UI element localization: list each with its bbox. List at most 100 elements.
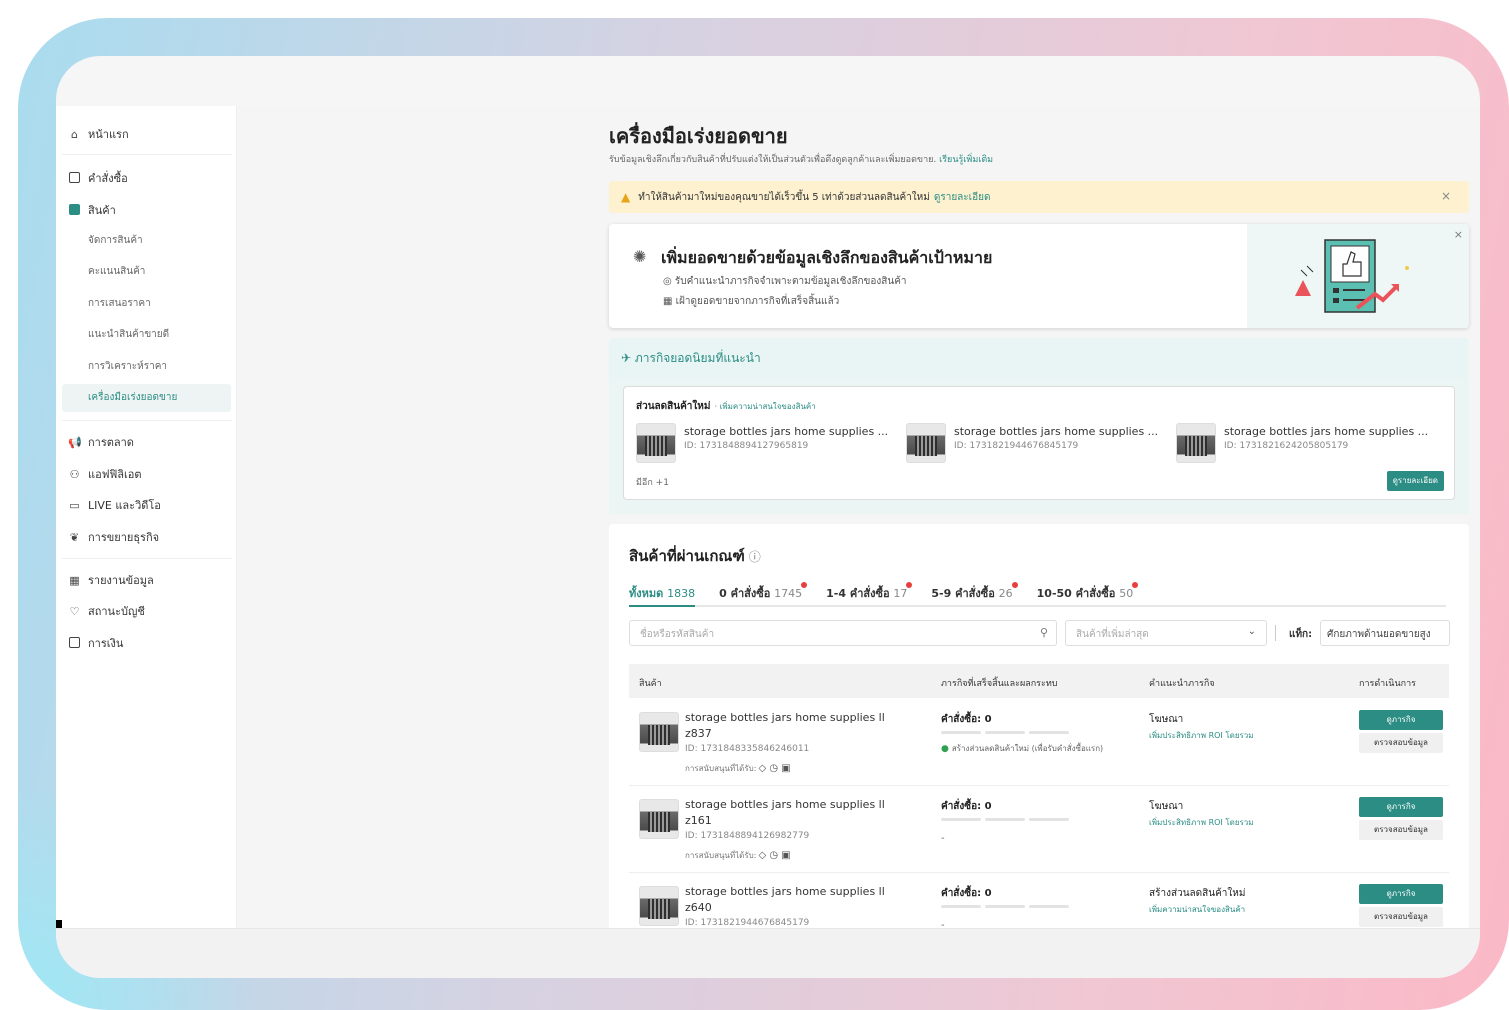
help-icon[interactable]: ⓘ [749,550,761,564]
mission-subtitle: · เพิ่มความน่าสนใจของสินค้า [714,402,816,411]
close-icon[interactable]: × [1454,228,1463,241]
support-received: การสนับสนุนที่ได้รับ: ◇ ◷ ▣ [685,762,791,775]
tab-underline [629,605,1446,607]
sidebar-divider [62,420,232,421]
cursor-mark [56,920,62,928]
sidebar-subitem-product-rating[interactable]: คะแนนสินค้า [88,263,145,281]
product-thumbnail [639,799,679,839]
tag-select[interactable]: ศักยภาพด้านยอดขายสูง [1320,620,1450,646]
app-window: ⌂ หน้าแรก คำสั่งซื้อ สินค้า จัดการสินค้า… [56,56,1480,978]
check-data-button[interactable]: ตรวจสอบข้อมูล [1359,907,1443,927]
tab-count: 50 [1119,587,1134,600]
notification-dot [801,582,808,588]
sidebar-item-label: สถานะบัญชี [88,605,145,618]
check-circle-icon: ● [941,744,949,754]
mission-status: ● สร้างส่วนลดสินค้าใหม่ (เพื่อรับคำสั่งซื… [941,742,1117,756]
recommendation-subtitle: เพิ่มประสิทธิภาพ ROI โดยรวม [1149,818,1254,827]
sidebar-item-label: LIVE และวิดีโอ [88,499,161,512]
sidebar-item-data-report[interactable]: ▦ รายงานข้อมูล [68,570,154,590]
sidebar-item-label: แอฟฟิลิเอต [88,468,142,481]
sidebar-item-marketing[interactable]: 📢 การตลาด [68,432,134,452]
alert-details-link[interactable]: ดูรายละเอียด [934,190,991,205]
product-thumbnail [1176,423,1216,463]
sidebar-subitem-price-offer[interactable]: การเสนอราคา [88,295,151,313]
column-header: สินค้า [639,679,662,689]
missions-heading: ภารกิจยอดนิยมที่แนะนำ [634,351,761,365]
sidebar: ⌂ หน้าแรก คำสั่งซื้อ สินค้า จัดการสินค้า… [56,106,237,928]
megaphone-icon: 📢 [68,435,82,449]
product-name[interactable]: storage bottles jars home supplies ll z8… [685,710,895,742]
shield-icon: ♡ [69,604,80,618]
sidebar-subitem-manage-products[interactable]: จัดการสินค้า [88,232,143,250]
more-products-count: มีอีก +1 [636,478,669,488]
mission-product[interactable]: storage bottles jars home supplies ... I… [906,423,1166,463]
warning-icon: ▲ [621,190,631,204]
tab-label: 10-50 คำสั่งซื้อ [1036,587,1116,600]
home-icon: ⌂ [71,127,78,141]
product-name: storage bottles jars home supplies ... [1224,425,1429,438]
search-placeholder: ชื่อหรือรหัสสินค้า [640,629,715,640]
description-text: รับข้อมูลเชิงลึกเกี่ยวกับสินค้าที่ปรับแต… [609,155,937,165]
notification-dot [906,582,913,588]
mission-title: ส่วนลดสินค้าใหม่ · เพิ่มความน่าสนใจของสิน… [636,399,816,414]
search-input[interactable]: ชื่อหรือรหัสสินค้า ⚲ [629,620,1057,646]
check-data-button[interactable]: ตรวจสอบข้อมูล [1359,733,1443,753]
product-name[interactable]: storage bottles jars home supplies ll z6… [685,884,895,916]
product-id: ID: 1731821944676845179 [954,441,1079,451]
check-data-button[interactable]: ตรวจสอบข้อมูล [1359,820,1443,840]
support-icons: ◇ ◷ ▣ [758,850,791,861]
mission-details-button[interactable]: ดูรายละเอียด [1386,471,1444,491]
tab-0-orders[interactable]: 0 คำสั่งซื้อ 1745 [719,582,808,612]
page-description: รับข้อมูลเชิงลึกเกี่ยวกับสินค้าที่ปรับแต… [609,152,993,166]
sidebar-subitem-sales-booster[interactable]: เครื่องมือเร่งยอดขาย [88,389,177,407]
promo-line: ▦ เฝ้าดูยอดขายจากภารกิจที่เสร็จสิ้นแล้ว [663,294,839,309]
support-label: การสนับสนุนที่ได้รับ: [685,851,757,860]
mission-card: ส่วนลดสินค้าใหม่ · เพิ่มความน่าสนใจของสิน… [623,386,1455,500]
status-text: สร้างส่วนลดสินค้าใหม่ (เพื่อรับคำสั่งซื้… [951,744,1104,753]
close-icon[interactable]: × [1441,189,1451,203]
notification-dot [1011,582,1018,588]
view-mission-button[interactable]: ดูภารกิจ [1359,710,1443,730]
section-title-text: สินค้าที่ผ่านเกณฑ์ [629,547,745,565]
sidebar-item-business-growth[interactable]: ❦ การขยายธุรกิจ [68,527,159,547]
sidebar-item-label: รายงานข้อมูล [88,574,154,587]
learn-more-link[interactable]: เรียนรู้เพิ่มเติม [939,155,993,165]
sidebar-item-orders[interactable]: คำสั่งซื้อ [68,168,128,188]
table-row: storage bottles jars home supplies ll z1… [629,787,1449,873]
video-icon: ▭ [69,498,80,512]
view-mission-button[interactable]: ดูภารกิจ [1359,797,1443,817]
promo-line-text: รับคำแนะนำภารกิจจำเพาะตามข้อมูลเชิงลึกขอ… [674,276,907,287]
lightbulb-icon: ✺ [633,247,647,266]
sidebar-subitem-price-analysis[interactable]: การวิเคราะห์ราคา [88,358,167,376]
sidebar-item-home[interactable]: ⌂ หน้าแรก [68,124,129,144]
order-count: คำสั่งซื้อ: 0 [941,888,992,899]
sidebar-item-affiliate[interactable]: ⚇ แอฟฟิลิเอต [68,464,142,484]
notification-dot [1132,582,1139,588]
sidebar-item-account-status[interactable]: ♡ สถานะบัญชี [68,601,145,621]
tab-1-4-orders[interactable]: 1-4 คำสั่งซื้อ 17 [826,582,913,612]
view-mission-button[interactable]: ดูภารกิจ [1359,884,1443,904]
search-icon[interactable]: ⚲ [1040,626,1048,639]
chevron-down-icon: ⌄ [1247,626,1256,637]
tab-all[interactable]: ทั้งหมด 1838 [629,584,695,612]
order-tabs: ทั้งหมด 1838 0 คำสั่งซื้อ 1745 1-4 คำสั่… [629,582,1139,612]
product-name: storage bottles jars home supplies ... [684,425,889,438]
recommended-missions: ส่วนลดสินค้าใหม่ · เพิ่มความน่าสนใจของสิน… [609,378,1469,514]
table-header: สินค้า ภารกิจที่เสร็จสิ้นและผลกระทบ คำแน… [629,664,1449,698]
tab-10-50-orders[interactable]: 10-50 คำสั่งซื้อ 50 [1036,582,1139,612]
sidebar-item-products[interactable]: สินค้า [68,200,116,220]
progress-bars [941,905,1069,908]
tab-label: 0 คำสั่งซื้อ [719,587,771,600]
order-count: คำสั่งซื้อ: 0 [941,801,992,812]
mission-product[interactable]: storage bottles jars home supplies ... I… [1176,423,1436,463]
sidebar-subitem-best-sellers[interactable]: แนะนำสินค้าขายดี [88,326,169,344]
sidebar-item-live-video[interactable]: ▭ LIVE และวิดีโอ [68,495,161,515]
recent-products-select[interactable]: สินค้าที่เพิ่มล่าสุด ⌄ [1065,620,1267,646]
mission-product[interactable]: storage bottles jars home supplies ... I… [636,423,896,463]
sidebar-item-finance[interactable]: การเงิน [68,633,123,653]
select-placeholder: สินค้าที่เพิ่มล่าสุด [1076,629,1149,640]
tab-5-9-orders[interactable]: 5-9 คำสั่งซื้อ 26 [931,582,1018,612]
product-name[interactable]: storage bottles jars home supplies ll z1… [685,797,895,829]
product-icon [68,203,81,217]
tab-count: 17 [893,587,908,600]
